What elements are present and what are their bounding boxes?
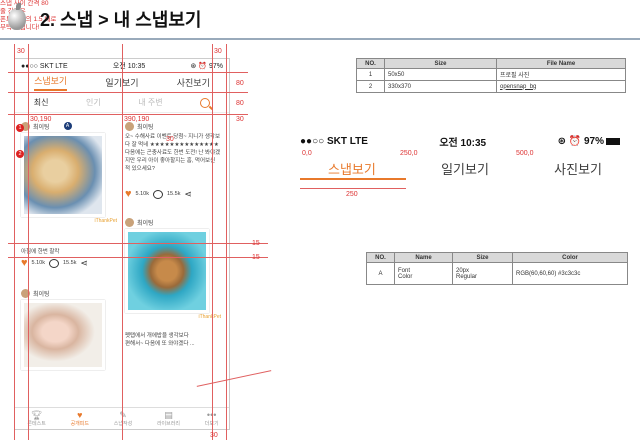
feed-left-column: 최이팅 A iThankPet 아침에 한번 찰칵 ♥ 5.10k 15.5k … — [21, 119, 117, 370]
guide-line — [8, 257, 268, 258]
slide-title: 2. 스냅 > 내 스냅보기 — [40, 10, 202, 30]
guide-line — [8, 72, 248, 73]
file-spec-table: NO. Size File Name 1 50x50 프로필 사진 2 330x… — [356, 58, 626, 93]
username[interactable]: 최이팅 — [33, 289, 50, 298]
post-text: 펫탭에서 개에밥을 생각보다 편해서~ 다음에 또 와야겠다 ... — [125, 333, 195, 347]
tab-library[interactable]: ▤ 라이브러리 — [157, 410, 180, 427]
guide-line — [8, 243, 268, 244]
table-header: Name — [394, 252, 453, 263]
table-row: A Font Color 20px Regular RGB(60,60,60) … — [366, 262, 628, 285]
dim-label: 80 — [236, 80, 244, 87]
table-header: File Name — [496, 58, 626, 69]
dim-label: 15 — [252, 254, 260, 261]
tab-public-feed[interactable]: ♥ 공개피드 — [71, 410, 89, 427]
battery-group: ⊛ ⏰ 97% — [558, 136, 620, 147]
tab-label: 콘테스트 — [27, 421, 46, 427]
username[interactable]: 최이팅 — [137, 218, 154, 227]
comment-count: 15.5k — [167, 191, 181, 197]
carrier-text: ●●○○ SKT LTE — [300, 136, 368, 147]
dim-label: 390,190 — [124, 116, 150, 123]
font-spec-table: NO. Name Size Color A Font Color 20px Re… — [366, 252, 628, 285]
table-row: 2 330x370 opensnap_bg — [356, 80, 626, 93]
post-photo[interactable] — [21, 133, 105, 217]
tab-photo[interactable]: 사진보기 — [554, 159, 602, 178]
trophy-icon: 🏆︎ — [30, 410, 43, 420]
table-header: Color — [512, 252, 628, 263]
tab-photo[interactable]: 사진보기 — [177, 76, 210, 89]
guide-line — [14, 44, 15, 440]
guide-line — [8, 114, 248, 115]
comment-icon[interactable] — [49, 258, 59, 268]
tab-snap[interactable]: 스냅보기 — [34, 74, 68, 91]
heart-icon[interactable]: ♥ — [21, 258, 28, 269]
guide-line — [122, 44, 123, 440]
table-row: 1 50x50 프로필 사진 — [356, 68, 626, 81]
slide-header: 2. 스냅 > 내 스냅보기 — [0, 0, 640, 40]
comment-count: 15.5k — [63, 260, 77, 266]
post-user[interactable]: 최이팅 — [21, 286, 117, 300]
share-icon[interactable]: ⋖ — [184, 189, 192, 200]
post-caption: 아침에 한번 찰칵 — [21, 249, 60, 255]
dim-label: 30,190 — [30, 116, 52, 123]
tab-contest[interactable]: 🏆︎ 콘테스트 — [27, 410, 45, 427]
tab-diary[interactable]: 일기보기 — [441, 159, 489, 178]
search-icon[interactable] — [200, 97, 211, 108]
dim-label: 30 — [210, 432, 218, 439]
post-actions: ♥ 5.10k 15.5k ⋖ — [125, 187, 221, 201]
marker-2: 2 — [16, 150, 24, 158]
post-actions: ♥ 5.10k 15.5k ⋖ — [21, 256, 117, 270]
table-header: Size — [452, 252, 513, 263]
dim-label: 250,0 — [400, 150, 418, 157]
dim-label: 30 — [236, 116, 244, 123]
avatar[interactable] — [125, 217, 134, 227]
like-count: 5.10k — [31, 260, 45, 266]
dim-label: 0,0 — [302, 150, 312, 157]
comment-icon[interactable] — [153, 189, 163, 199]
battery-text: ⊛ ⏰ 97% — [557, 136, 604, 147]
dim-label: 250 — [346, 191, 358, 198]
badge-a-icon: A — [63, 122, 72, 130]
feed-right-column: 최이팅 오~ 수해사료 이벤트 당첨~ 지니가 생각보다 잘 먹네 ★★★★★★… — [125, 119, 221, 348]
like-count: 5.10k — [135, 191, 149, 197]
guide-line — [212, 44, 213, 440]
battery-icon — [605, 137, 620, 145]
tab-underline — [300, 178, 406, 180]
subtab-nearby[interactable]: 내 주변 — [138, 97, 162, 108]
guide-line — [28, 44, 29, 440]
subtab-popular[interactable]: 인기 — [86, 97, 101, 108]
guide-line — [8, 92, 248, 93]
subtab-latest[interactable]: 최신 — [34, 97, 49, 108]
table-header: Size — [384, 58, 497, 69]
table-header: NO. — [366, 252, 395, 263]
tab-snap[interactable]: 스냅보기 — [328, 159, 376, 178]
dim-label: 30 — [214, 48, 222, 55]
apple-logo-icon — [8, 3, 26, 30]
dim-label: 500,0 — [516, 150, 534, 157]
dim-label: 30 — [166, 136, 174, 143]
heart-icon[interactable]: ♥ — [125, 189, 132, 200]
tab-label: 공개피드 — [70, 421, 89, 427]
table-header: NO. — [356, 58, 385, 69]
dim-label: 15 — [252, 240, 260, 247]
battery-text: ⊛ ⏰ 97% — [190, 63, 223, 70]
dim-label: 30 — [17, 48, 25, 55]
share-icon[interactable]: ⋖ — [80, 258, 88, 269]
clock-text: 오전 10:35 — [112, 63, 146, 70]
guide-line — [300, 188, 406, 189]
dim-label: 80 — [236, 100, 244, 107]
post-photo[interactable] — [125, 229, 209, 313]
post-photo[interactable] — [21, 300, 105, 370]
post-user[interactable]: 최이팅 — [125, 215, 221, 229]
tab-label: 라이브러리 — [156, 421, 180, 427]
book-icon: ▤ — [164, 410, 173, 420]
marker-1: 1 — [16, 124, 24, 132]
heart-icon: ♥ — [77, 410, 83, 420]
clock-text: 오전 10:35 — [439, 138, 487, 149]
header-spec: ●●○○ SKT LTE 오전 10:35 ⊛ ⏰ 97% 스냅보기 일기보기 … — [300, 134, 620, 178]
brand-watermark: iThankPet — [198, 314, 221, 320]
